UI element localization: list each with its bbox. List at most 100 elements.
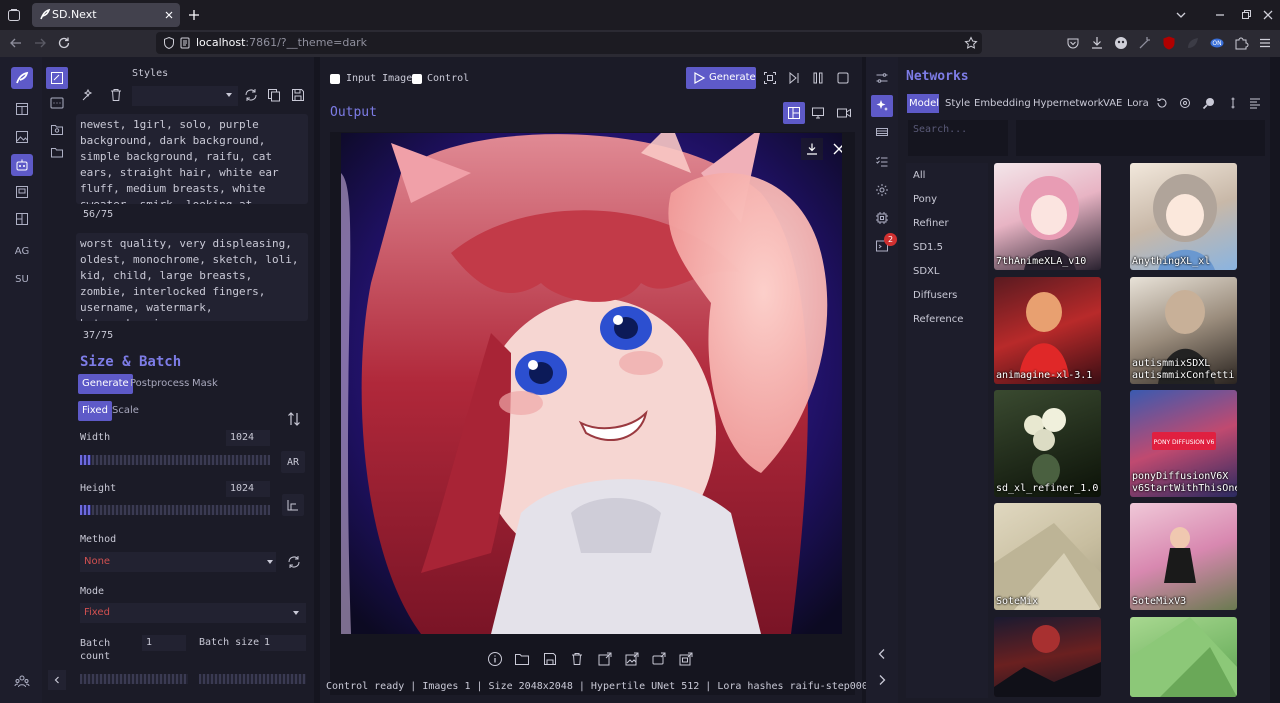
generate-button[interactable]: Generate — [686, 67, 756, 89]
tab-style[interactable]: Style — [945, 94, 970, 113]
batch-count-input[interactable]: 1 — [142, 635, 186, 651]
tab-generate[interactable]: Generate — [78, 374, 133, 394]
send-to-process-icon[interactable] — [678, 651, 694, 667]
resolution-preset-icon[interactable] — [282, 494, 304, 516]
chip-icon[interactable] — [875, 211, 889, 225]
tab-mask[interactable]: Mask — [188, 374, 222, 394]
collapse-right-chevron-icon[interactable] — [874, 672, 890, 688]
process-tab-icon[interactable] — [11, 181, 33, 203]
collapse-left-chevron-icon[interactable] — [48, 670, 66, 690]
restore-window-icon[interactable] — [1238, 7, 1254, 23]
generated-image[interactable] — [341, 133, 842, 634]
model-card[interactable]: sd_xl_refiner_1.0 — [994, 390, 1101, 497]
networks-search-input[interactable]: Search... — [908, 120, 1008, 156]
new-tab-icon[interactable] — [186, 7, 202, 23]
forward-icon[interactable] — [32, 35, 48, 51]
system-utils-tab[interactable]: SU — [11, 268, 33, 290]
browser-tab[interactable]: SD.Next — [32, 3, 180, 27]
model-card[interactable] — [994, 617, 1101, 697]
mode-dropdown[interactable]: Fixed — [80, 603, 306, 623]
height-slider[interactable] — [80, 505, 270, 515]
target-icon[interactable] — [1178, 96, 1192, 110]
style-save-icon[interactable] — [290, 87, 306, 103]
extension-leaf-icon[interactable] — [1185, 35, 1201, 51]
send-to-control-icon[interactable] — [651, 651, 667, 667]
layers-icon[interactable] — [875, 125, 889, 139]
style-delete-icon[interactable] — [108, 87, 124, 103]
checklist-icon[interactable] — [875, 155, 889, 169]
stop-icon[interactable] — [836, 71, 850, 85]
agent-scheduler-tab[interactable]: AG — [11, 240, 33, 262]
settings-sliders-icon[interactable] — [875, 71, 889, 85]
video-icon[interactable] — [836, 106, 852, 120]
preview-monitor-icon[interactable] — [811, 106, 825, 120]
height-input[interactable]: 1024 — [226, 481, 270, 497]
reprocess-icon[interactable] — [763, 71, 777, 85]
close-image-icon[interactable] — [828, 138, 842, 160]
tab-lora[interactable]: Lora — [1127, 94, 1149, 113]
control-checkbox[interactable] — [412, 74, 422, 84]
tab-scale[interactable]: Scale — [108, 401, 143, 421]
filter-pony[interactable]: Pony — [913, 194, 937, 205]
address-bar[interactable]: localhost:7861/?__theme=dark — [156, 32, 982, 54]
styles-dropdown[interactable] — [132, 86, 238, 106]
width-input[interactable]: 1024 — [226, 430, 270, 446]
app-menu-icon[interactable] — [1257, 35, 1273, 51]
extension-ghost-icon[interactable] — [1113, 35, 1129, 51]
bookmark-star-icon[interactable] — [964, 36, 978, 50]
model-card[interactable]: PONY DIFFUSION V6 ponyDiffusionV6X v6Sta… — [1130, 390, 1237, 497]
aspect-ratio-button[interactable]: AR — [281, 451, 305, 473]
model-card[interactable]: SoteMixV3 — [1130, 503, 1237, 610]
page-info-icon[interactable] — [178, 36, 192, 50]
negative-prompt-textarea[interactable]: worst quality, very displeasing, oldest,… — [76, 233, 308, 321]
filter-sd15[interactable]: SD1.5 — [913, 242, 943, 253]
pocket-icon[interactable] — [1065, 35, 1081, 51]
width-slider[interactable] — [80, 455, 270, 465]
open-folder-icon[interactable] — [514, 651, 530, 667]
swap-dimensions-icon[interactable] — [286, 411, 302, 427]
filter-diffusers[interactable]: Diffusers — [913, 290, 957, 301]
batch-size-input[interactable]: 1 — [260, 635, 306, 651]
refresh-networks-icon[interactable] — [1155, 96, 1169, 110]
style-refresh-icon[interactable] — [243, 87, 259, 103]
tab-hypernetwork[interactable]: Hypernetwork — [1033, 94, 1103, 113]
model-card[interactable]: SoteMix — [994, 503, 1101, 610]
extension-bitwarden-icon[interactable]: ON — [1209, 35, 1225, 51]
control-tab-robot-icon[interactable] — [11, 154, 33, 176]
info-icon[interactable] — [487, 651, 503, 667]
close-tab-icon[interactable] — [162, 8, 176, 22]
tab-list-chevron-icon[interactable] — [1173, 7, 1189, 23]
image-tab-icon[interactable] — [11, 126, 33, 148]
sdnext-logo-icon[interactable] — [11, 67, 33, 89]
search-zoom-icon[interactable] — [1202, 96, 1216, 110]
sort-icon[interactable] — [1226, 96, 1240, 110]
style-copy-icon[interactable] — [266, 87, 282, 103]
download-image-icon[interactable] — [801, 138, 823, 160]
pause-icon[interactable] — [811, 71, 825, 85]
extensions-puzzle-icon[interactable] — [1233, 35, 1249, 51]
tab-fixed[interactable]: Fixed — [78, 401, 112, 421]
model-card[interactable]: 7thAnimeXLA_v10 — [994, 163, 1101, 270]
tab-embedding[interactable]: Embedding — [974, 94, 1031, 113]
users-icon[interactable] — [11, 670, 33, 692]
extension-wand-icon[interactable] — [1137, 35, 1153, 51]
model-card[interactable]: AnythingXL_xl — [1130, 163, 1237, 270]
view-list-icon[interactable] — [1248, 96, 1262, 110]
save-image-icon[interactable] — [542, 651, 558, 667]
method-refresh-icon[interactable] — [286, 554, 302, 570]
networks-sparkle-icon[interactable] — [871, 95, 893, 117]
close-window-icon[interactable] — [1260, 7, 1276, 23]
reload-icon[interactable] — [56, 35, 72, 51]
downloads-icon[interactable] — [1089, 35, 1105, 51]
skip-icon[interactable] — [787, 71, 801, 85]
positive-prompt-textarea[interactable]: newest, 1girl, solo, purple background, … — [76, 114, 308, 204]
minimize-window-icon[interactable] — [1212, 7, 1228, 23]
model-card[interactable]: autismmixSDXL autismmixConfetti — [1130, 277, 1237, 384]
models-tab-icon[interactable] — [11, 208, 33, 230]
ublock-icon[interactable] — [1161, 35, 1177, 51]
text-tab-icon[interactable] — [11, 98, 33, 120]
tab-postprocess[interactable]: Postprocess — [126, 374, 193, 394]
filter-all[interactable]: All — [913, 170, 925, 181]
image-settings-icon[interactable] — [50, 96, 64, 110]
expand-left-chevron-icon[interactable] — [874, 646, 890, 662]
